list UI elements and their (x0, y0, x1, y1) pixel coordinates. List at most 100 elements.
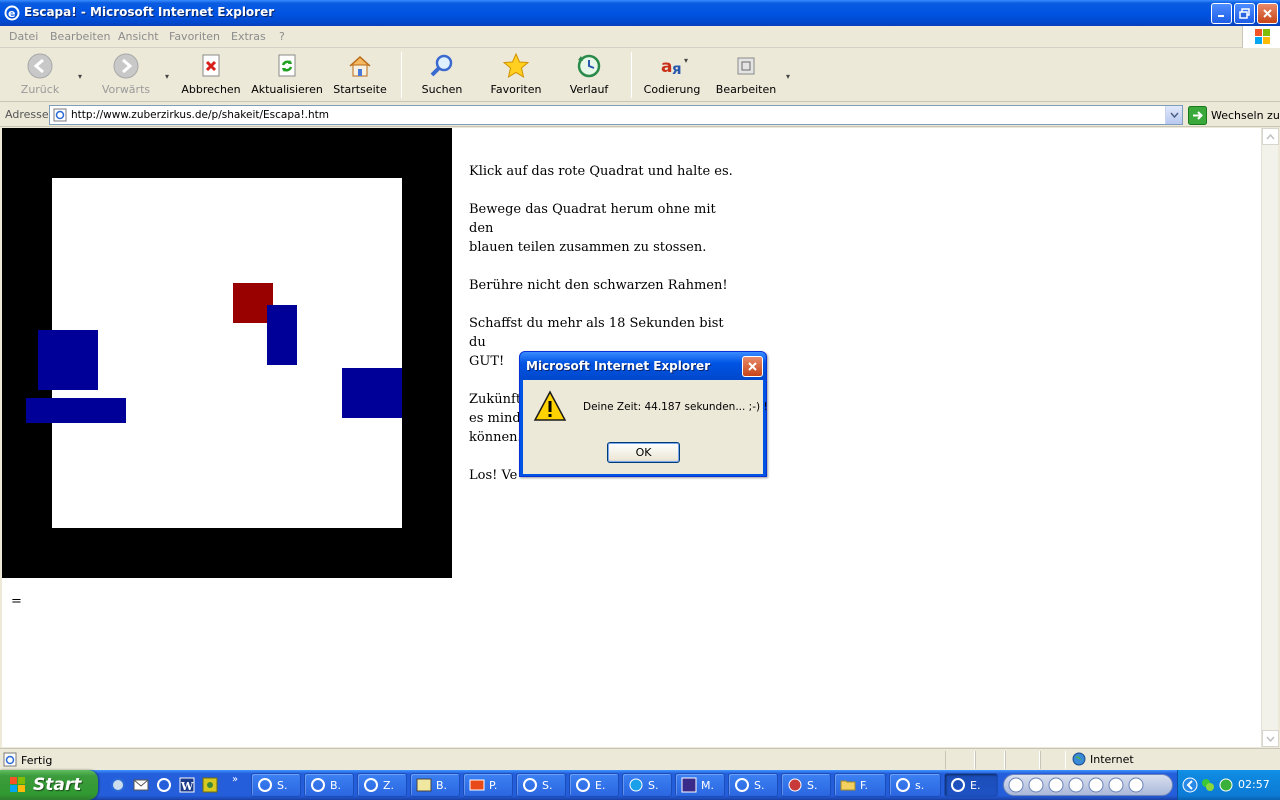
chevron-up-icon (1266, 133, 1275, 139)
menu-ansicht[interactable]: Ansicht (118, 30, 159, 43)
standard-toolbar: Zurück ▾ Vorwärts ▾ Abbrechen Aktualisie… (0, 48, 1280, 102)
dialog-close-button[interactable] (742, 356, 763, 377)
home-button[interactable]: Startseite (333, 52, 387, 98)
scroll-up-button[interactable] (1262, 128, 1279, 145)
toolbar-more-icon[interactable]: ▾ (786, 72, 790, 81)
restore-button[interactable] (1234, 3, 1255, 24)
taskbar-button[interactable]: M. (675, 773, 725, 797)
status-pane (945, 751, 975, 769)
status-pane (975, 751, 1005, 769)
encoding-dropdown-icon[interactable]: ▾ (684, 56, 688, 65)
page-icon (53, 108, 67, 122)
ie-icon (896, 778, 910, 792)
mail-icon (469, 779, 485, 791)
ie-icon (364, 778, 378, 792)
go-button[interactable]: Wechseln zu (1188, 105, 1280, 125)
warning-icon (533, 390, 567, 421)
ie-icon (735, 778, 749, 792)
address-dropdown-button[interactable] (1165, 106, 1182, 124)
ie-icon (523, 778, 537, 792)
media-controls-icon (1008, 777, 1144, 793)
blue-block (38, 330, 98, 390)
close-button[interactable] (1257, 3, 1278, 24)
taskbar-button[interactable]: B. (304, 773, 354, 797)
svg-text:e: e (8, 7, 15, 20)
taskbar-button[interactable]: F. (834, 773, 886, 797)
forward-button[interactable]: Vorwärts (102, 52, 150, 98)
ie-icon (951, 778, 965, 792)
menu-bearbeiten[interactable]: Bearbeiten (50, 30, 110, 43)
footer-symbol: = (11, 594, 22, 609)
scroll-down-button[interactable] (1262, 730, 1279, 747)
status-text: Fertig (21, 754, 53, 767)
quicklaunch-app-icon[interactable] (202, 777, 218, 793)
address-input[interactable]: http://www.zuberzirkus.de/p/shakeit/Esca… (49, 105, 1183, 125)
svg-text:я: я (672, 60, 682, 78)
refresh-icon (278, 54, 296, 77)
taskbar-button[interactable]: Z. (357, 773, 407, 797)
encoding-button[interactable]: aя Codierung (644, 52, 701, 98)
menu-help[interactable]: ? (279, 30, 285, 43)
blue-block (267, 305, 297, 365)
history-icon (577, 54, 601, 78)
tray-messenger-icon[interactable] (1200, 777, 1216, 793)
refresh-button[interactable]: Aktualisieren (251, 52, 323, 98)
taskbar-button[interactable]: s. (889, 773, 941, 797)
app-window-icon (681, 777, 697, 793)
menu-datei[interactable]: Datei (9, 30, 38, 43)
search-icon (430, 54, 453, 77)
dialog-title: Microsoft Internet Explorer (526, 359, 711, 373)
menu-extras[interactable]: Extras (231, 30, 266, 43)
history-button[interactable]: Verlauf (568, 52, 610, 98)
taskbar-button[interactable]: B. (410, 773, 460, 797)
quicklaunch-mail-icon[interactable] (133, 777, 149, 793)
menu-bar: Datei Bearbeiten Ansicht Favoriten Extra… (0, 26, 1280, 48)
close-icon (1263, 9, 1272, 18)
taskbar-button[interactable]: S. (251, 773, 301, 797)
quicklaunch-chevron-icon[interactable]: » (232, 774, 238, 785)
taskbar-button-active[interactable]: E. (944, 773, 998, 797)
menu-favoriten[interactable]: Favoriten (169, 30, 220, 43)
quicklaunch-ie-icon[interactable] (110, 777, 126, 793)
minimize-button[interactable] (1211, 3, 1232, 24)
instruction-text: Berühre nicht den schwarzen Rahmen! (469, 278, 728, 293)
forward-dropdown-icon[interactable]: ▾ (165, 72, 169, 81)
ie-icon (311, 778, 325, 792)
quicklaunch-word-icon[interactable]: W (179, 777, 195, 793)
taskbar-button[interactable]: S. (622, 773, 672, 797)
stop-button[interactable]: Abbrechen (181, 52, 241, 98)
taskbar-button[interactable]: S. (728, 773, 778, 797)
app-window-icon (416, 778, 432, 792)
back-arrow-icon (27, 53, 53, 79)
tray-arrow-icon[interactable] (1182, 777, 1198, 793)
taskbar: Start W » S. B. Z. B. P. S. E. S. M. S. … (0, 770, 1280, 800)
toolbar-separator (631, 52, 632, 98)
chevron-down-icon (1169, 112, 1179, 118)
globe-icon (1072, 752, 1086, 766)
quicklaunch-browser-icon[interactable] (156, 777, 172, 793)
title-bar: e Escapa! - Microsoft Internet Explorer (0, 0, 1280, 26)
vertical-scrollbar[interactable] (1261, 128, 1279, 747)
security-zone: Internet (1072, 752, 1134, 766)
favorites-button[interactable]: Favoriten (489, 52, 543, 98)
stop-icon (202, 54, 220, 77)
taskbar-button[interactable]: S. (781, 773, 831, 797)
ie-icon: e (4, 5, 20, 21)
ie-icon (258, 778, 272, 792)
taskbar-button[interactable]: S. (516, 773, 566, 797)
start-button[interactable]: Start (0, 770, 98, 800)
taskbar-button[interactable]: P. (463, 773, 513, 797)
tray-app-icon[interactable] (1218, 777, 1234, 793)
taskbar-button[interactable]: E. (569, 773, 619, 797)
instruction-text: Bewege das Quadrat herum ohne mit den bl… (469, 202, 716, 255)
edit-button[interactable]: Bearbeiten (716, 52, 776, 98)
back-button[interactable]: Zurück (20, 52, 60, 98)
search-button[interactable]: Suchen (420, 52, 464, 98)
ok-button[interactable]: OK (607, 442, 680, 463)
address-url: http://www.zuberzirkus.de/p/shakeit/Esca… (71, 109, 329, 121)
star-icon (502, 52, 530, 79)
back-dropdown-icon[interactable]: ▾ (78, 72, 82, 81)
page-done-icon (3, 752, 17, 767)
media-player-toolbar[interactable] (1003, 774, 1173, 796)
windows-flag-icon (10, 777, 25, 792)
